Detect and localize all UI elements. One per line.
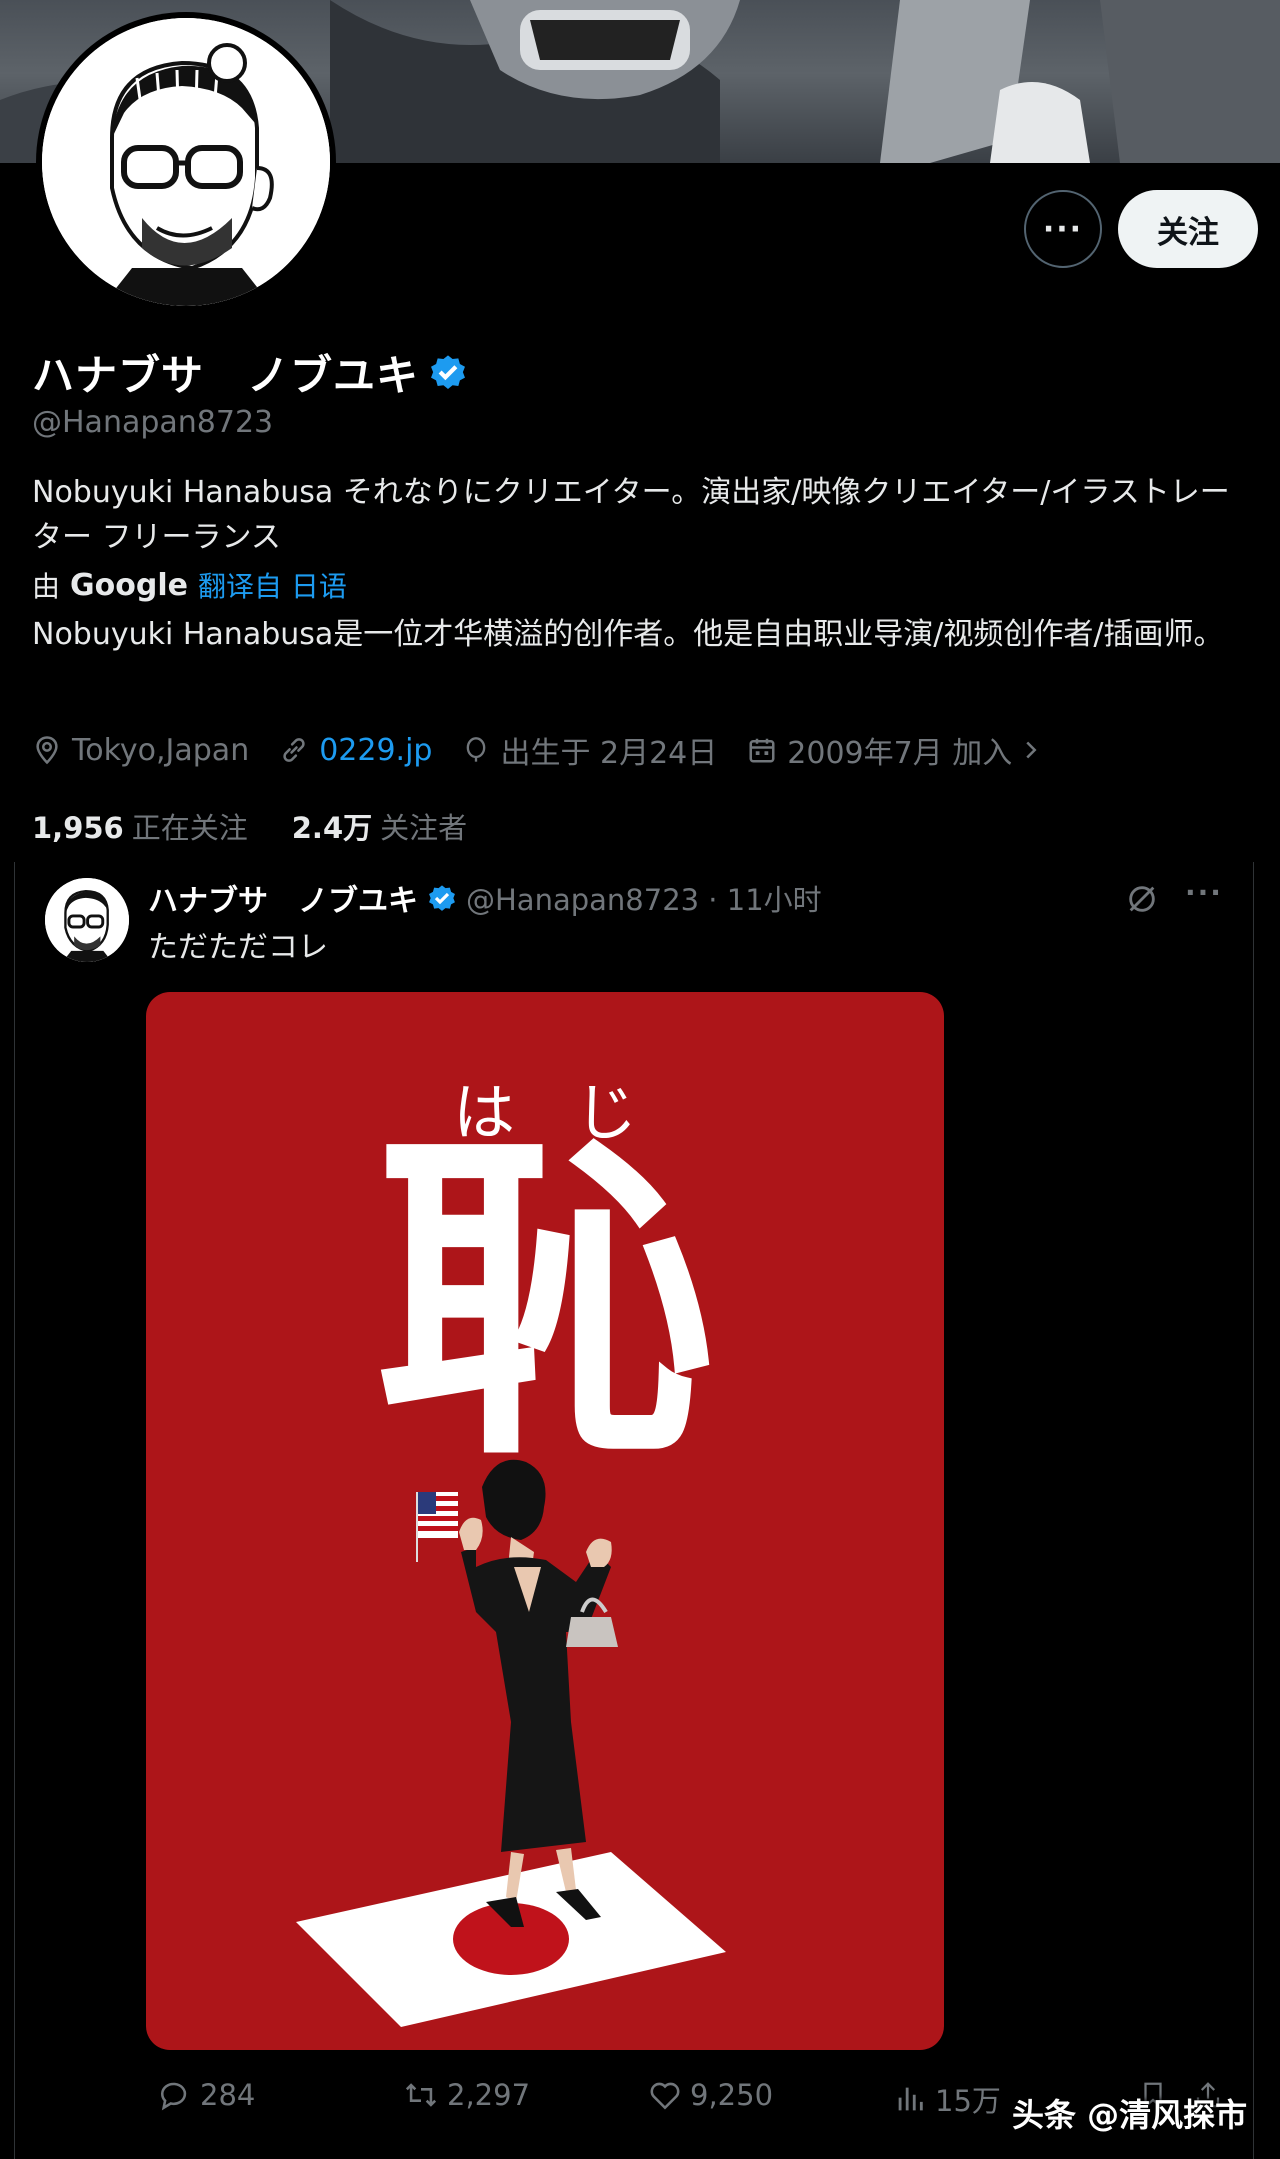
tweet-more-button[interactable]: ··· — [1185, 876, 1223, 909]
chevron-right-icon — [1026, 741, 1037, 759]
reply-count: 284 — [200, 2078, 256, 2112]
follow-button[interactable]: 关注 — [1118, 190, 1258, 268]
watermark: 头条 @清风探市 — [1012, 2096, 1248, 2134]
translate-prefix: 由 — [32, 570, 61, 603]
tweet-text: ただただコレ — [148, 930, 328, 965]
like-icon — [650, 2082, 680, 2110]
birthday-text: 出生于 2月24日 — [500, 736, 718, 771]
verified-badge-icon — [431, 355, 465, 389]
followers-label: 关注者 — [380, 811, 468, 845]
profile-bio-translated: Nobuyuki Hanabusa是一位才华横溢的创作者。他是自由职业导演/视频… — [32, 617, 1224, 652]
profile-handle: @Hanapan8723 — [32, 405, 274, 440]
tweet-handle-time[interactable]: @Hanapan8723 · 11小时 — [466, 877, 822, 919]
website-link[interactable]: 0229.jp — [319, 733, 432, 768]
retweet-icon — [405, 2083, 437, 2107]
poster-kanji: 恥 — [375, 1102, 715, 1501]
followers-count: 2.4万 — [291, 811, 373, 845]
translate-source-link[interactable]: 翻译自 日语 — [198, 565, 347, 605]
profile-meta-row: Tokyo,Japan 0229.jp 出生于 2月24日 2009年7月 加入 — [32, 728, 1072, 772]
tweet-avatar[interactable] — [45, 878, 129, 962]
follow-stats: 1,956 正在关注 2.4万 关注者 — [32, 805, 467, 847]
profile-page: ··· 关注 ハナブサ ノブユキ @Hanapan8723 Nobuyuki H… — [0, 0, 1280, 2159]
following-count: 1,956 — [32, 811, 124, 845]
reply-button[interactable]: 284 — [158, 2078, 255, 2112]
tweet-header: ハナブサ ノブユキ @Hanapan8723 · 11小时 — [148, 876, 822, 920]
location-icon — [36, 736, 58, 765]
joined-item[interactable]: 2009年7月 加入 — [747, 728, 1042, 772]
reply-icon — [160, 2082, 187, 2111]
followers-stat[interactable]: 2.4万 关注者 — [292, 805, 467, 847]
more-options-button[interactable]: ··· — [1024, 190, 1102, 268]
website-item[interactable]: 0229.jp — [279, 733, 432, 768]
tweet-author-name[interactable]: ハナブサ ノブユキ — [148, 876, 418, 920]
following-label: 正在关注 — [131, 811, 248, 845]
calendar-icon — [749, 738, 775, 763]
google-logo: Google — [70, 567, 188, 603]
profile-bio: Nobuyuki Hanabusa それなりにクリエイター。演出家/映像クリエイ… — [32, 475, 1230, 555]
balloon-icon — [467, 737, 486, 762]
views-icon — [898, 2087, 923, 2111]
tweet-card[interactable]: ハナブサ ノブユキ @Hanapan8723 · 11小时 ··· ただただコレ — [14, 862, 1254, 2159]
views-count: 15万 — [935, 2084, 1001, 2118]
display-name: ハナブサ ノブユキ — [32, 351, 420, 400]
birthday-item: 出生于 2月24日 — [462, 728, 717, 772]
profile-avatar[interactable] — [36, 12, 336, 312]
tweet-image[interactable]: はじ 恥 — [146, 992, 944, 2050]
verified-badge-icon — [429, 885, 455, 911]
views-button[interactable]: 15万 — [893, 2078, 1001, 2120]
translation-attribution: 由 Google 翻译自 日语 — [32, 565, 347, 605]
location-text: Tokyo,Japan — [72, 732, 250, 768]
retweet-count: 2,297 — [447, 2078, 531, 2112]
like-count: 9,250 — [690, 2078, 774, 2112]
retweet-button[interactable]: 2,297 — [403, 2078, 530, 2112]
location-item: Tokyo,Japan — [32, 733, 249, 768]
joined-text: 2009年7月 加入 — [787, 736, 1013, 771]
like-button[interactable]: 9,250 — [648, 2078, 773, 2112]
following-stat[interactable]: 1,956 正在关注 — [32, 805, 248, 847]
grok-icon[interactable] — [1125, 882, 1159, 916]
link-icon — [283, 738, 305, 762]
